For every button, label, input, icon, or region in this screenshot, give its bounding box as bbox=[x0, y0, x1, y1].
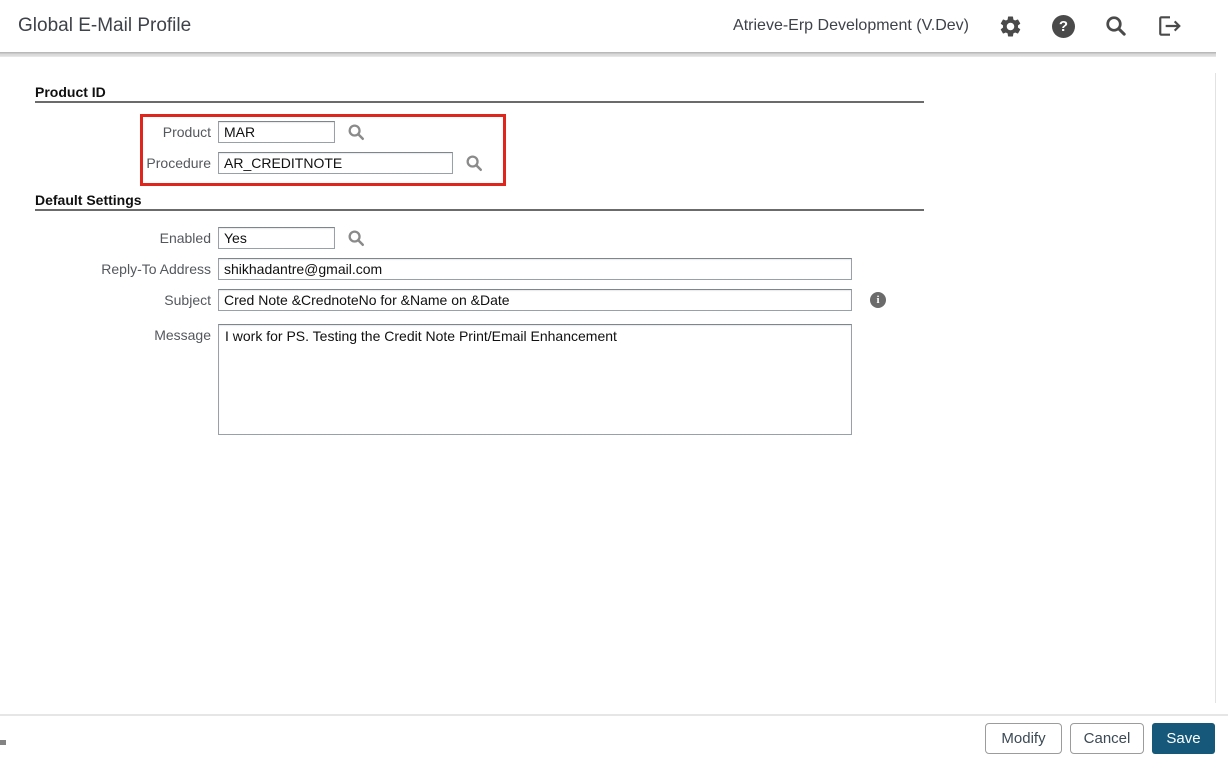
magnifier-lookup-icon bbox=[466, 155, 483, 171]
header-right-cluster: Atrieve-Erp Development (V.Dev) ? bbox=[733, 13, 1228, 39]
corner-dash bbox=[0, 740, 6, 745]
reply-to-label: Reply-To Address bbox=[101, 261, 211, 277]
subject-info-icon[interactable]: i bbox=[870, 292, 886, 308]
enabled-label: Enabled bbox=[159, 230, 211, 246]
save-button[interactable]: Save bbox=[1152, 723, 1215, 754]
enabled-lookup-button[interactable] bbox=[347, 228, 367, 248]
page-title: Global E-Mail Profile bbox=[18, 15, 192, 36]
subject-input[interactable] bbox=[218, 289, 852, 311]
product-lookup-button[interactable] bbox=[347, 122, 367, 142]
footer-separator bbox=[0, 714, 1228, 716]
product-row: Product bbox=[0, 121, 367, 143]
settings-gear-icon[interactable] bbox=[998, 14, 1023, 39]
top-header: Global E-Mail Profile Atrieve-Erp Develo… bbox=[0, 0, 1228, 52]
magnifier-lookup-icon bbox=[348, 124, 365, 140]
section-title-product-id: Product ID bbox=[35, 84, 106, 100]
search-icon[interactable] bbox=[1104, 14, 1128, 38]
reply-to-row: Reply-To Address bbox=[0, 258, 852, 280]
magnifier-icon bbox=[1106, 16, 1126, 36]
header-separator bbox=[0, 52, 1216, 57]
help-question-glyph: ? bbox=[1052, 14, 1075, 38]
exit-arrow-icon bbox=[1159, 16, 1181, 36]
modify-button[interactable]: Modify bbox=[985, 723, 1062, 754]
enabled-input[interactable] bbox=[218, 227, 335, 249]
subject-label: Subject bbox=[164, 292, 211, 308]
help-icon[interactable]: ? bbox=[1052, 14, 1075, 38]
subject-row: Subject i bbox=[0, 289, 886, 311]
product-label: Product bbox=[162, 124, 211, 140]
section-divider-default-settings bbox=[35, 209, 924, 211]
procedure-label: Procedure bbox=[146, 155, 211, 171]
section-divider-product-id bbox=[35, 101, 924, 103]
enabled-row: Enabled bbox=[0, 227, 367, 249]
procedure-row: Procedure bbox=[0, 152, 485, 174]
procedure-input[interactable] bbox=[218, 152, 453, 174]
procedure-lookup-button[interactable] bbox=[465, 153, 485, 173]
gear-icon bbox=[1000, 16, 1021, 36]
logout-icon[interactable] bbox=[1157, 13, 1183, 39]
section-title-default-settings: Default Settings bbox=[35, 192, 142, 208]
message-row: Message I work for PS. Testing the Credi… bbox=[0, 324, 852, 435]
message-label: Message bbox=[154, 327, 211, 343]
cancel-button[interactable]: Cancel bbox=[1070, 723, 1144, 754]
magnifier-lookup-icon bbox=[348, 230, 365, 246]
reply-to-input[interactable] bbox=[218, 258, 852, 280]
content-right-border bbox=[1215, 73, 1216, 703]
message-textarea[interactable]: I work for PS. Testing the Credit Note P… bbox=[218, 324, 852, 435]
environment-label: Atrieve-Erp Development (V.Dev) bbox=[733, 17, 969, 34]
product-input[interactable] bbox=[218, 121, 335, 143]
global-email-profile-page: Global E-Mail Profile Atrieve-Erp Develo… bbox=[0, 0, 1228, 769]
